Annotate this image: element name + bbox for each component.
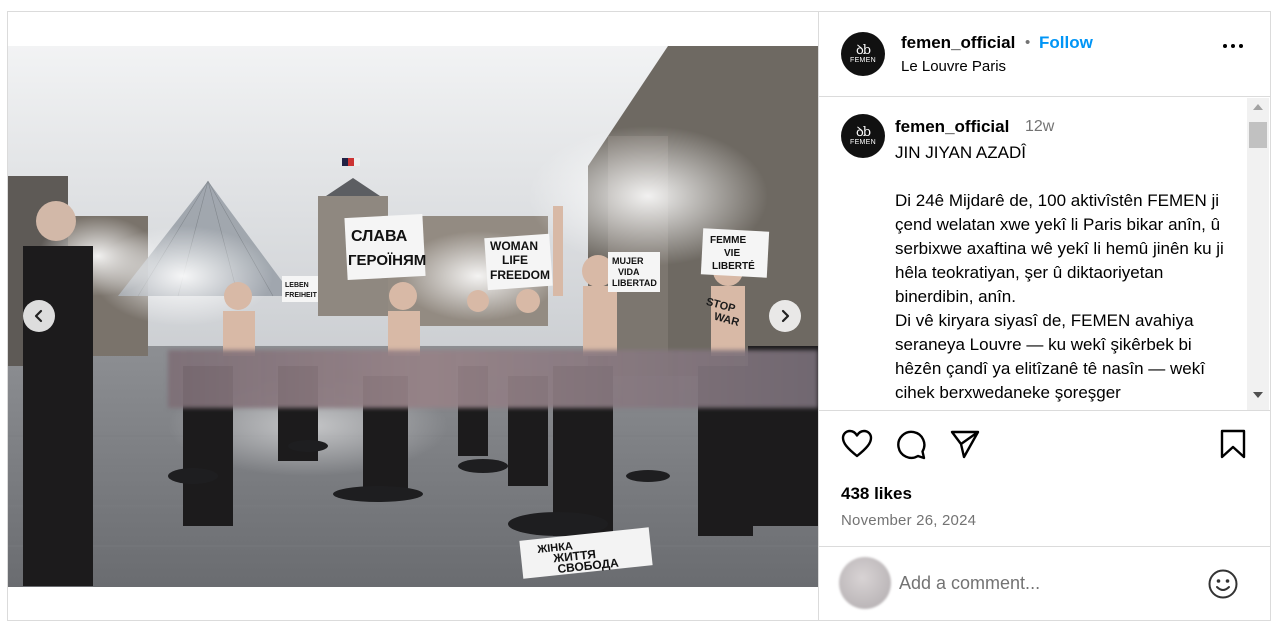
comment-icon[interactable] [895, 429, 927, 466]
scrollbar[interactable] [1247, 98, 1269, 410]
post-header: ꝺb FEMEN femen_official • Follow Le Louv… [819, 12, 1271, 97]
avatar-logo-mark: ꝺb [855, 124, 871, 140]
caption-username[interactable]: femen_official [895, 117, 1009, 137]
avatar-logo-word: FEMEN [850, 56, 876, 64]
bookmark-icon[interactable] [1219, 429, 1247, 464]
scroll-down-arrow[interactable] [1253, 392, 1263, 398]
sign-text: VIDA [618, 267, 640, 277]
sign-text: LIFE [502, 253, 528, 267]
post-date[interactable]: November 26, 2024 [841, 512, 976, 529]
scrollbar-thumb[interactable] [1249, 122, 1267, 148]
caption-paragraph: Di 24ê Mijdarê de, 100 aktivîstên FEMEN … [895, 191, 1224, 306]
avatar[interactable]: ꝺb FEMEN [841, 32, 885, 76]
post-photo: СЛАВА ГЕРОЇНЯМ WOMAN LIFE FREEDOM MUJER … [8, 46, 818, 587]
sign-text: LEBEN [285, 282, 309, 289]
avatar-logo-word: FEMEN [850, 138, 876, 146]
sign-text: LIBERTÉ [712, 259, 755, 272]
more-icon[interactable] [1223, 44, 1243, 48]
sign-text: FEMME [710, 235, 746, 246]
comment-input[interactable] [899, 569, 1199, 597]
heart-icon[interactable] [841, 429, 873, 464]
sign-text: FREEDOM [490, 268, 550, 282]
avatar-logo-mark: ꝺb [855, 42, 871, 58]
censor-blur [168, 350, 818, 408]
chevron-left-icon[interactable] [23, 300, 55, 332]
protest-photo: СЛАВА ГЕРОЇНЯМ WOMAN LIFE FREEDOM MUJER … [8, 46, 818, 587]
username-link[interactable]: femen_official [901, 33, 1015, 53]
avatar [839, 557, 891, 609]
caption-timestamp[interactable]: 12w [1025, 118, 1054, 136]
location-link[interactable]: Le Louvre Paris [901, 58, 1006, 75]
sign-text: VIE [724, 248, 740, 259]
sign-text: ГЕРОЇНЯМ [348, 252, 426, 269]
separator-dot: • [1025, 34, 1031, 51]
scroll-up-arrow[interactable] [1253, 104, 1263, 110]
caption-text: JIN JIYAN AZADÎ Di 24ê Mijdarê de, 100 a… [895, 141, 1240, 405]
sign-text: MUJER [612, 256, 644, 266]
sign-text: WOMAN [490, 239, 538, 253]
sign-text: LIBERTAD [612, 278, 657, 288]
caption-title: JIN JIYAN AZADÎ [895, 143, 1026, 162]
post-media: СЛАВА ГЕРОЇНЯМ WOMAN LIFE FREEDOM MUJER … [8, 12, 818, 620]
caption-paragraph: Di vê kiryara siyasî de, FEMEN avahiya s… [895, 311, 1205, 402]
chevron-right-icon[interactable] [769, 300, 801, 332]
follow-button[interactable]: Follow [1039, 33, 1093, 53]
share-icon[interactable] [949, 429, 981, 464]
emoji-icon[interactable] [1207, 568, 1239, 605]
likes-count[interactable]: 438 likes [841, 484, 912, 504]
avatar[interactable]: ꝺb FEMEN [841, 114, 885, 158]
comments-panel: ꝺb FEMEN femen_official 12w JIN JIYAN AZ… [819, 98, 1271, 410]
post-actions: 438 likes November 26, 2024 [819, 410, 1271, 546]
post-dialog: СЛАВА ГЕРОЇНЯМ WOMAN LIFE FREEDOM MUJER … [7, 11, 1271, 621]
sign-text: FREIHEIT [285, 292, 318, 299]
post-sidebar: ꝺb FEMEN femen_official • Follow Le Louv… [818, 12, 1271, 620]
add-comment-bar [819, 546, 1271, 620]
sign-text: СЛАВА [351, 228, 408, 245]
